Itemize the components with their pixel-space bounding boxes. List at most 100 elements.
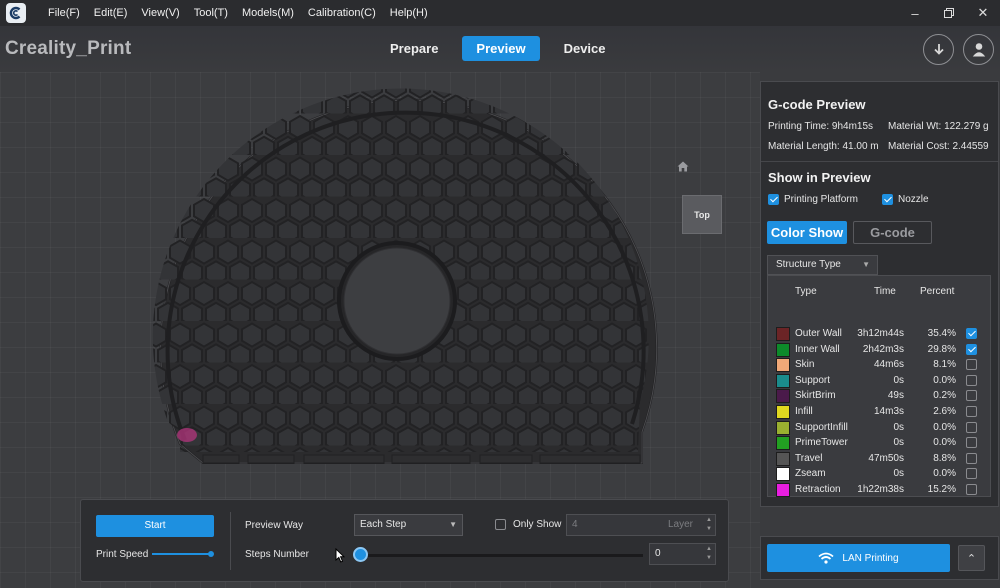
legend-header-type: Type [795, 286, 817, 297]
lan-printing-panel: LAN Printing ⌃ [760, 536, 999, 580]
wifi-icon [818, 552, 835, 564]
menu-bar: File(F) Edit(E) View(V) Tool(T) Models(M… [0, 0, 1000, 26]
legend-visibility-checkbox[interactable] [966, 452, 977, 464]
legend-type: Support [795, 374, 831, 386]
menu-tool[interactable]: Tool(T) [194, 7, 228, 19]
legend-type: Inner Wall [795, 343, 840, 355]
legend-row: Zseam 0s 0.0% [768, 466, 992, 482]
legend-row: Travel 47m50s 8.8% [768, 451, 992, 467]
spin-arrows-icon[interactable]: ▲ ▼ [706, 516, 712, 534]
legend-type: Travel [795, 452, 823, 464]
menu-models[interactable]: Models(M) [242, 7, 294, 19]
printing-platform-checkbox[interactable] [768, 194, 779, 205]
steps-slider[interactable] [361, 554, 643, 557]
app-logo-icon [6, 3, 26, 23]
menu-help[interactable]: Help(H) [390, 7, 428, 19]
printing-platform-label: Printing Platform [784, 194, 858, 205]
menu-file[interactable]: File(F) [48, 7, 80, 19]
legend-percent: 2.6% [933, 406, 956, 417]
legend-row: Retraction 1h22m38s 15.2% [768, 482, 992, 498]
legend-visibility-checkbox[interactable] [966, 484, 977, 495]
legend-visibility-checkbox[interactable] [966, 406, 977, 417]
legend-percent: 0.2% [933, 390, 956, 402]
legend-visibility-checkbox[interactable] [966, 359, 977, 371]
steps-slider-knob[interactable] [353, 547, 368, 562]
legend-visibility-checkbox[interactable] [966, 421, 977, 433]
print-speed-knob[interactable] [208, 551, 214, 557]
color-swatch [776, 405, 790, 419]
legend-type: SkirtBrim [795, 390, 836, 402]
spin-arrows-icon[interactable]: ▲ ▼ [706, 545, 712, 563]
material-weight: Material Wt: 122.279 g [888, 121, 989, 132]
divider [230, 512, 231, 570]
legend-row: Infill 14m3s 2.6% [768, 404, 992, 420]
legend-visibility-checkbox[interactable] [966, 437, 977, 449]
legend-percent: 8.8% [933, 452, 956, 464]
legend-time: 3h12m44s [857, 328, 904, 339]
mode-tabs: Prepare Preview Device [376, 36, 630, 61]
structure-type-value: Structure Type [776, 259, 841, 270]
legend-header-time: Time [874, 286, 896, 297]
legend-visibility-checkbox[interactable] [966, 328, 977, 339]
only-show-toggle[interactable]: Only Show [495, 519, 561, 530]
legend-row: Skin 44m6s 8.1% [768, 357, 992, 373]
download-icon[interactable] [923, 34, 954, 65]
steps-spinbox[interactable]: 0 ▲ ▼ [649, 543, 716, 565]
brand-title: Creality_Print [5, 38, 132, 59]
printing-time: Printing Time: 9h4m15s [768, 121, 874, 132]
legend-time: 14m3s [873, 406, 904, 417]
color-swatch [776, 420, 790, 435]
legend-visibility-checkbox[interactable] [966, 343, 977, 355]
legend-row: PrimeTower 0s 0.0% [768, 435, 992, 451]
user-icon[interactable] [963, 34, 994, 65]
legend-time: 49s [887, 390, 904, 402]
color-swatch [776, 342, 790, 357]
legend-row: Outer Wall 3h12m44s 35.4% [768, 326, 992, 342]
print-speed-label: Print Speed [96, 549, 149, 560]
home-icon[interactable] [677, 161, 689, 175]
legend-time: 0s [893, 468, 904, 480]
legend-type: SupportInfill [795, 421, 848, 433]
legend-percent: 8.1% [933, 359, 956, 371]
lan-printing-button[interactable]: LAN Printing [767, 544, 950, 572]
legend-percent: 15.2% [927, 484, 956, 495]
legend-type: Skin [795, 359, 815, 371]
menu-view[interactable]: View(V) [141, 7, 179, 19]
legend-time: 0s [893, 437, 904, 449]
preview-way-value: Each Step [360, 519, 407, 530]
legend-header-percent: Percent [920, 286, 955, 297]
chevron-up-icon[interactable]: ⌃ [958, 545, 985, 571]
legend-time: 2h42m3s [862, 343, 904, 355]
start-button[interactable]: Start [96, 515, 214, 537]
legend-visibility-checkbox[interactable] [966, 390, 977, 402]
legend-visibility-checkbox[interactable] [966, 468, 977, 480]
restore-icon[interactable] [932, 0, 966, 26]
gcode-button[interactable]: G-code [853, 221, 932, 244]
view-cube[interactable]: Top [682, 195, 722, 234]
legend-time: 0s [893, 421, 904, 433]
panel-title: G-code Preview [768, 97, 866, 112]
legend-type: PrimeTower [795, 437, 848, 449]
preview-way-select[interactable]: Each Step ▼ [354, 514, 463, 536]
preview-way-label: Preview Way [245, 520, 303, 531]
tab-device[interactable]: Device [550, 36, 620, 61]
tab-prepare[interactable]: Prepare [376, 36, 452, 61]
color-show-button[interactable]: Color Show [767, 221, 847, 244]
printing-platform-toggle[interactable]: Printing Platform [768, 194, 858, 205]
layer-spinbox[interactable]: 4 Layer ▲ ▼ [566, 514, 716, 536]
structure-type-select[interactable]: Structure Type ▼ [767, 255, 878, 275]
print-speed-slider[interactable] [152, 553, 212, 555]
nozzle-checkbox[interactable] [882, 194, 893, 205]
legend-percent: 29.8% [927, 343, 956, 355]
close-icon[interactable]: ✕ [966, 0, 1000, 26]
menu-edit[interactable]: Edit(E) [94, 7, 128, 19]
only-show-checkbox[interactable] [495, 519, 506, 530]
legend-percent: 0.0% [933, 437, 956, 449]
show-in-preview-title: Show in Preview [768, 170, 871, 185]
legend-visibility-checkbox[interactable] [966, 374, 977, 386]
legend-type: Zseam [795, 468, 826, 480]
menu-calibration[interactable]: Calibration(C) [308, 7, 376, 19]
minimize-icon[interactable]: – [898, 0, 932, 26]
tab-preview[interactable]: Preview [462, 36, 540, 61]
nozzle-toggle[interactable]: Nozzle [882, 194, 929, 205]
